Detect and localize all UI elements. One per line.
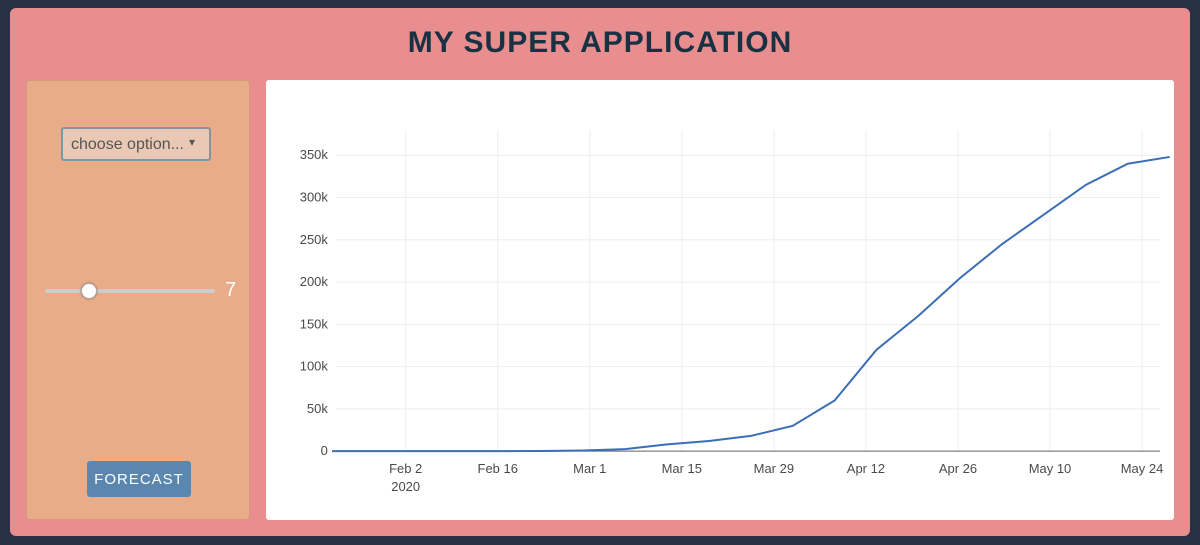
svg-text:2020: 2020 bbox=[391, 479, 420, 494]
svg-text:Apr 12: Apr 12 bbox=[847, 461, 885, 476]
svg-text:Mar 29: Mar 29 bbox=[754, 461, 794, 476]
svg-text:May 10: May 10 bbox=[1029, 461, 1072, 476]
svg-text:Apr 26: Apr 26 bbox=[939, 461, 977, 476]
svg-text:150k: 150k bbox=[300, 316, 329, 331]
svg-text:250k: 250k bbox=[300, 232, 329, 247]
app-frame: MY SUPER APPLICATION choose option... ▾ … bbox=[10, 8, 1190, 536]
forecast-button[interactable]: FORECAST bbox=[87, 461, 191, 497]
line-chart: 0 50k 100k 150k 200k 250k 300k 350k Feb 2 2020 Feb… bbox=[266, 80, 1174, 520]
svg-text:Mar 15: Mar 15 bbox=[662, 461, 702, 476]
content-row: choose option... ▾ 7 FORECAST 0 50k 100k 15… bbox=[26, 80, 1174, 520]
svg-text:350k: 350k bbox=[300, 147, 329, 162]
svg-text:100k: 100k bbox=[300, 359, 329, 374]
chart-panel[interactable]: 0 50k 100k 150k 200k 250k 300k 350k Feb 2 2020 Feb… bbox=[266, 80, 1174, 520]
svg-text:Mar 1: Mar 1 bbox=[573, 461, 606, 476]
svg-text:Feb 16: Feb 16 bbox=[478, 461, 518, 476]
svg-text:May 24: May 24 bbox=[1121, 461, 1164, 476]
slider-value-label: 7 bbox=[225, 279, 243, 302]
svg-text:300k: 300k bbox=[300, 190, 329, 205]
sidebar: choose option... ▾ 7 FORECAST bbox=[26, 80, 250, 520]
options-dropdown[interactable]: choose option... bbox=[61, 127, 211, 161]
svg-text:50k: 50k bbox=[307, 401, 328, 416]
svg-text:200k: 200k bbox=[300, 274, 329, 289]
app-title: MY SUPER APPLICATION bbox=[10, 8, 1190, 74]
slider-control: 7 bbox=[43, 279, 243, 302]
svg-text:Feb 2: Feb 2 bbox=[389, 461, 422, 476]
forecast-horizon-slider[interactable] bbox=[45, 289, 215, 293]
svg-text:0: 0 bbox=[321, 443, 328, 458]
